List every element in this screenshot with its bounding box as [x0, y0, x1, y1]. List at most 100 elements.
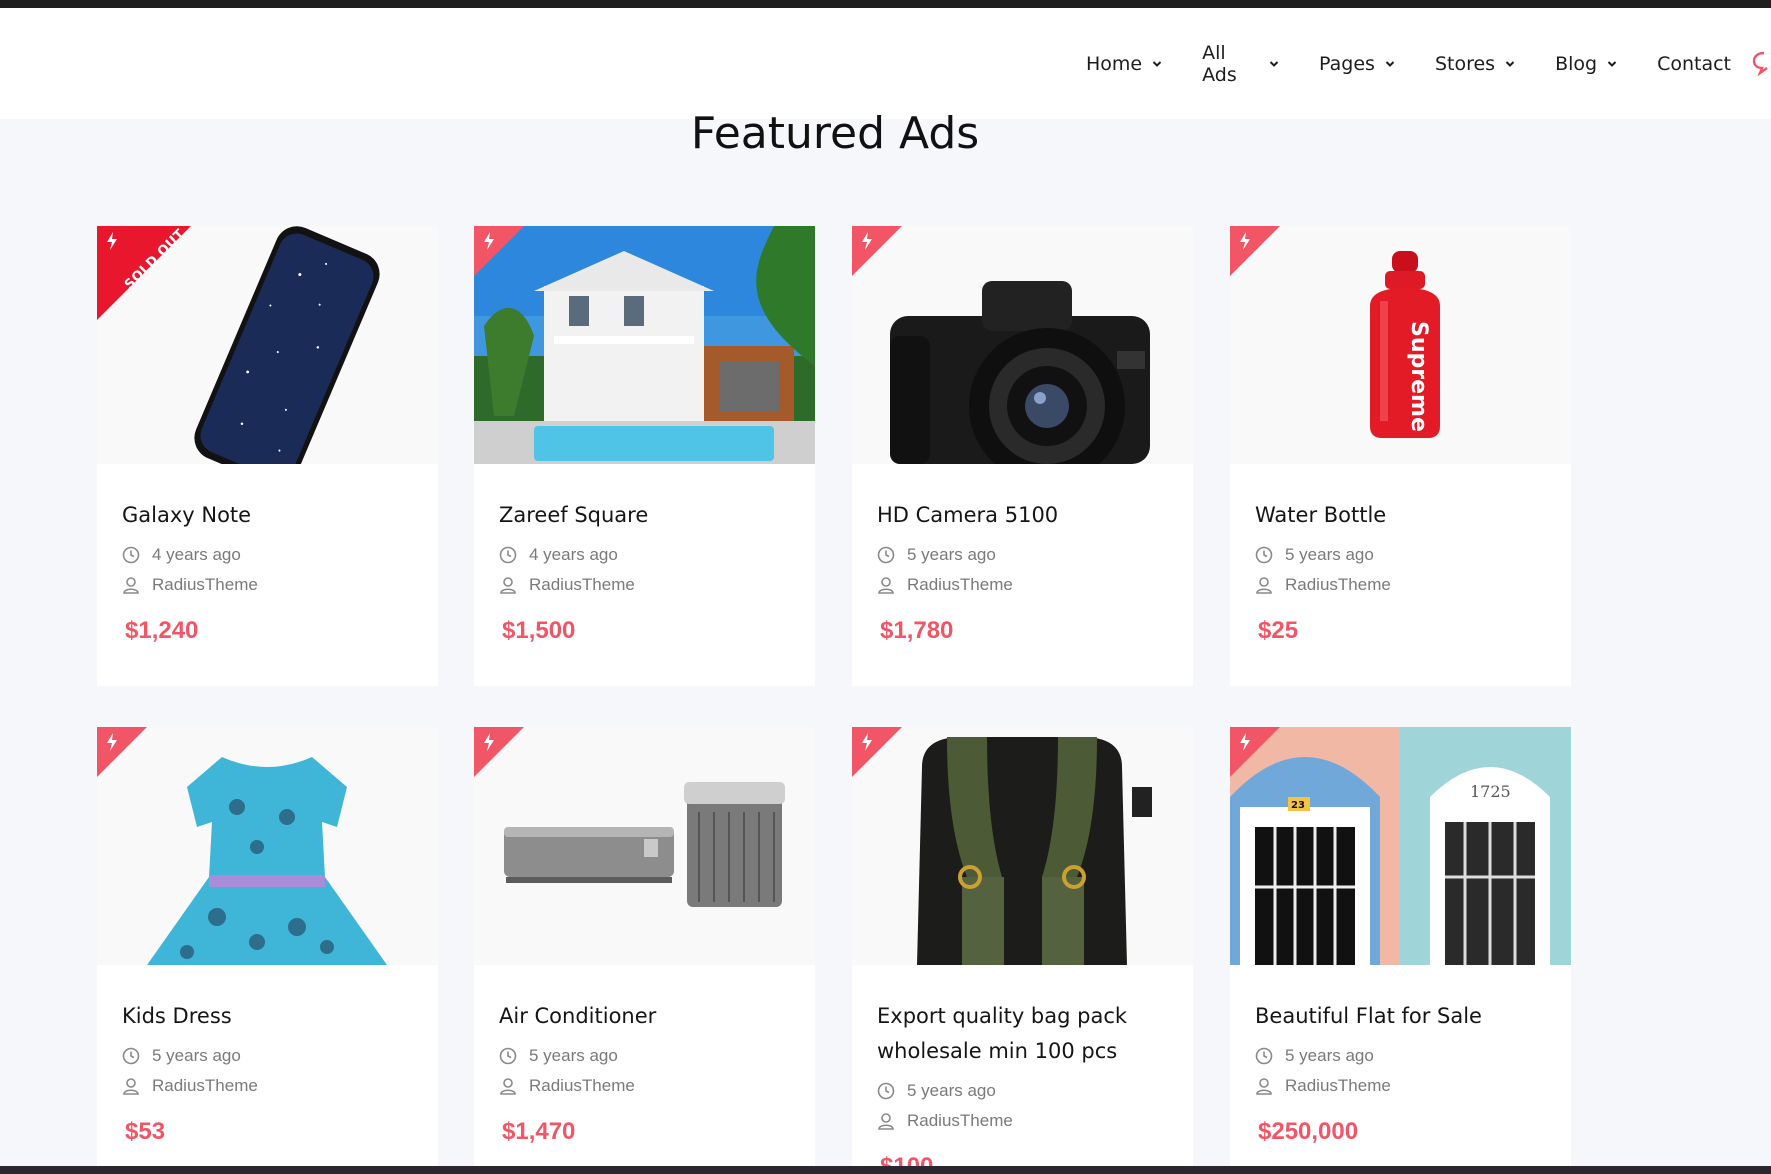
lightning-icon: [107, 232, 117, 250]
ad-time: 5 years ago: [877, 1081, 1168, 1101]
bottle-brand-text: Supreme: [1406, 321, 1431, 432]
ad-title[interactable]: Water Bottle: [1255, 498, 1546, 533]
user-icon: [877, 1112, 895, 1130]
clock-icon: [1255, 546, 1273, 564]
lightning-icon: [484, 232, 494, 250]
nav-stores[interactable]: Stores: [1435, 53, 1515, 75]
user-icon: [499, 576, 517, 594]
nav-contact[interactable]: Contact: [1657, 53, 1731, 75]
ad-price: $250,000: [1258, 1118, 1359, 1145]
chat-bubble-icon[interactable]: [1752, 50, 1771, 77]
ad-price: $53: [125, 1118, 166, 1145]
ad-time-text: 5 years ago: [1285, 545, 1374, 564]
featured-ribbon: [852, 226, 902, 276]
ad-time-text: 4 years ago: [152, 545, 241, 564]
ad-price: $25: [1258, 617, 1299, 644]
user-icon: [122, 576, 140, 594]
user-icon: [122, 1077, 140, 1095]
ad-author-text: RadiusTheme: [152, 575, 258, 594]
ad-time: 5 years ago: [1255, 545, 1546, 565]
featured-ribbon: [474, 727, 524, 777]
ad-card-hd-camera[interactable]: HD Camera 5100 5 years ago RadiusTheme $…: [852, 226, 1193, 686]
ad-author[interactable]: RadiusTheme: [877, 575, 1168, 595]
ad-author[interactable]: RadiusTheme: [499, 575, 790, 595]
nav-home[interactable]: Home: [1086, 53, 1162, 75]
ad-time-text: 5 years ago: [1285, 1046, 1374, 1065]
ad-image-doors[interactable]: 23 1725: [1230, 727, 1571, 965]
featured-ribbon: [474, 226, 524, 276]
ad-card-galaxy-note[interactable]: SOLD OUT Galaxy Note 4 years ago RadiusT…: [97, 226, 438, 686]
ad-time: 5 years ago: [499, 1046, 790, 1066]
ad-title[interactable]: Zareef Square: [499, 498, 790, 533]
ad-author[interactable]: RadiusTheme: [499, 1076, 790, 1096]
clock-icon: [499, 1047, 517, 1065]
ad-price: $1,470: [502, 1118, 576, 1145]
ad-card-zareef-square[interactable]: Zareef Square 4 years ago RadiusTheme $1…: [474, 226, 815, 686]
user-icon: [1255, 576, 1273, 594]
user-icon: [877, 576, 895, 594]
main-nav: Home All Ads Pages Stores Blog Contact: [1086, 8, 1771, 119]
ad-title[interactable]: Galaxy Note: [122, 498, 413, 533]
ad-price: $1,500: [502, 617, 576, 644]
ad-author-text: RadiusTheme: [1285, 1076, 1391, 1095]
door-number-1725: 1725: [1470, 782, 1511, 801]
ad-image-air-conditioner[interactable]: [474, 727, 815, 965]
door-number-23: 23: [1291, 800, 1305, 811]
ad-author[interactable]: RadiusTheme: [122, 575, 413, 595]
ad-author-text: RadiusTheme: [907, 1111, 1013, 1130]
user-icon: [1255, 1077, 1273, 1095]
ad-card-beautiful-flat[interactable]: 23 1725 Beautiful Flat for Sale 5 years …: [1230, 727, 1571, 1167]
user-icon: [499, 1077, 517, 1095]
lightning-icon: [107, 733, 117, 751]
lightning-icon: [1240, 232, 1250, 250]
ad-price: $1,780: [880, 617, 954, 644]
ad-author[interactable]: RadiusTheme: [1255, 1076, 1546, 1096]
nav-all-ads[interactable]: All Ads: [1202, 42, 1279, 86]
ad-author[interactable]: RadiusTheme: [877, 1111, 1168, 1131]
ad-image-house-pool[interactable]: [474, 226, 815, 464]
ad-time: 5 years ago: [122, 1046, 413, 1066]
featured-ribbon: [1230, 226, 1280, 276]
ad-card-water-bottle[interactable]: Supreme Water Bottle 5 years ago RadiusT…: [1230, 226, 1571, 686]
ad-time-text: 5 years ago: [907, 545, 996, 564]
lightning-icon: [484, 733, 494, 751]
ad-image-dslr-camera[interactable]: [852, 226, 1193, 464]
ad-author-text: RadiusTheme: [152, 1076, 258, 1095]
clock-icon: [877, 546, 895, 564]
ad-time: 5 years ago: [1255, 1046, 1546, 1066]
ad-image-red-bottle[interactable]: Supreme: [1230, 226, 1571, 464]
ad-title[interactable]: Export quality bag pack wholesale min 10…: [877, 999, 1168, 1069]
nav-pages[interactable]: Pages: [1319, 53, 1395, 75]
nav-label: Pages: [1319, 52, 1375, 75]
ad-title[interactable]: HD Camera 5100: [877, 498, 1168, 533]
ad-card-air-conditioner[interactable]: Air Conditioner 5 years ago RadiusTheme …: [474, 727, 815, 1167]
nav-label: Stores: [1434, 52, 1496, 75]
ad-author-text: RadiusTheme: [907, 575, 1013, 594]
section-title: Featured Ads: [690, 108, 980, 159]
ad-time-text: 5 years ago: [529, 1046, 618, 1065]
ad-author[interactable]: RadiusTheme: [1255, 575, 1546, 595]
ad-card-kids-dress[interactable]: Kids Dress 5 years ago RadiusTheme $53: [97, 727, 438, 1167]
ad-image-backpack[interactable]: [852, 727, 1193, 965]
ad-image-blue-dress[interactable]: [97, 727, 438, 965]
ad-card-backpack[interactable]: Export quality bag pack wholesale min 10…: [852, 727, 1193, 1174]
ad-author-text: RadiusTheme: [1285, 575, 1391, 594]
chevron-down-icon: [1607, 59, 1617, 69]
ad-title[interactable]: Beautiful Flat for Sale: [1255, 999, 1546, 1034]
ad-title[interactable]: Air Conditioner: [499, 999, 790, 1034]
chevron-down-icon: [1505, 59, 1515, 69]
ad-time-text: 4 years ago: [529, 545, 618, 564]
nav-label: All Ads: [1202, 41, 1237, 86]
ad-image-smartphone[interactable]: SOLD OUT: [97, 226, 438, 464]
ad-time-text: 5 years ago: [152, 1046, 241, 1065]
nav-label: Home: [1086, 52, 1143, 75]
clock-icon: [1255, 1047, 1273, 1065]
nav-label: Blog: [1555, 52, 1598, 75]
lightning-icon: [1240, 733, 1250, 751]
ad-title[interactable]: Kids Dress: [122, 999, 413, 1034]
ad-time: 4 years ago: [499, 545, 790, 565]
ad-price: $1,240: [125, 617, 199, 644]
ad-author[interactable]: RadiusTheme: [122, 1076, 413, 1096]
nav-blog[interactable]: Blog: [1555, 53, 1617, 75]
clock-icon: [122, 1047, 140, 1065]
